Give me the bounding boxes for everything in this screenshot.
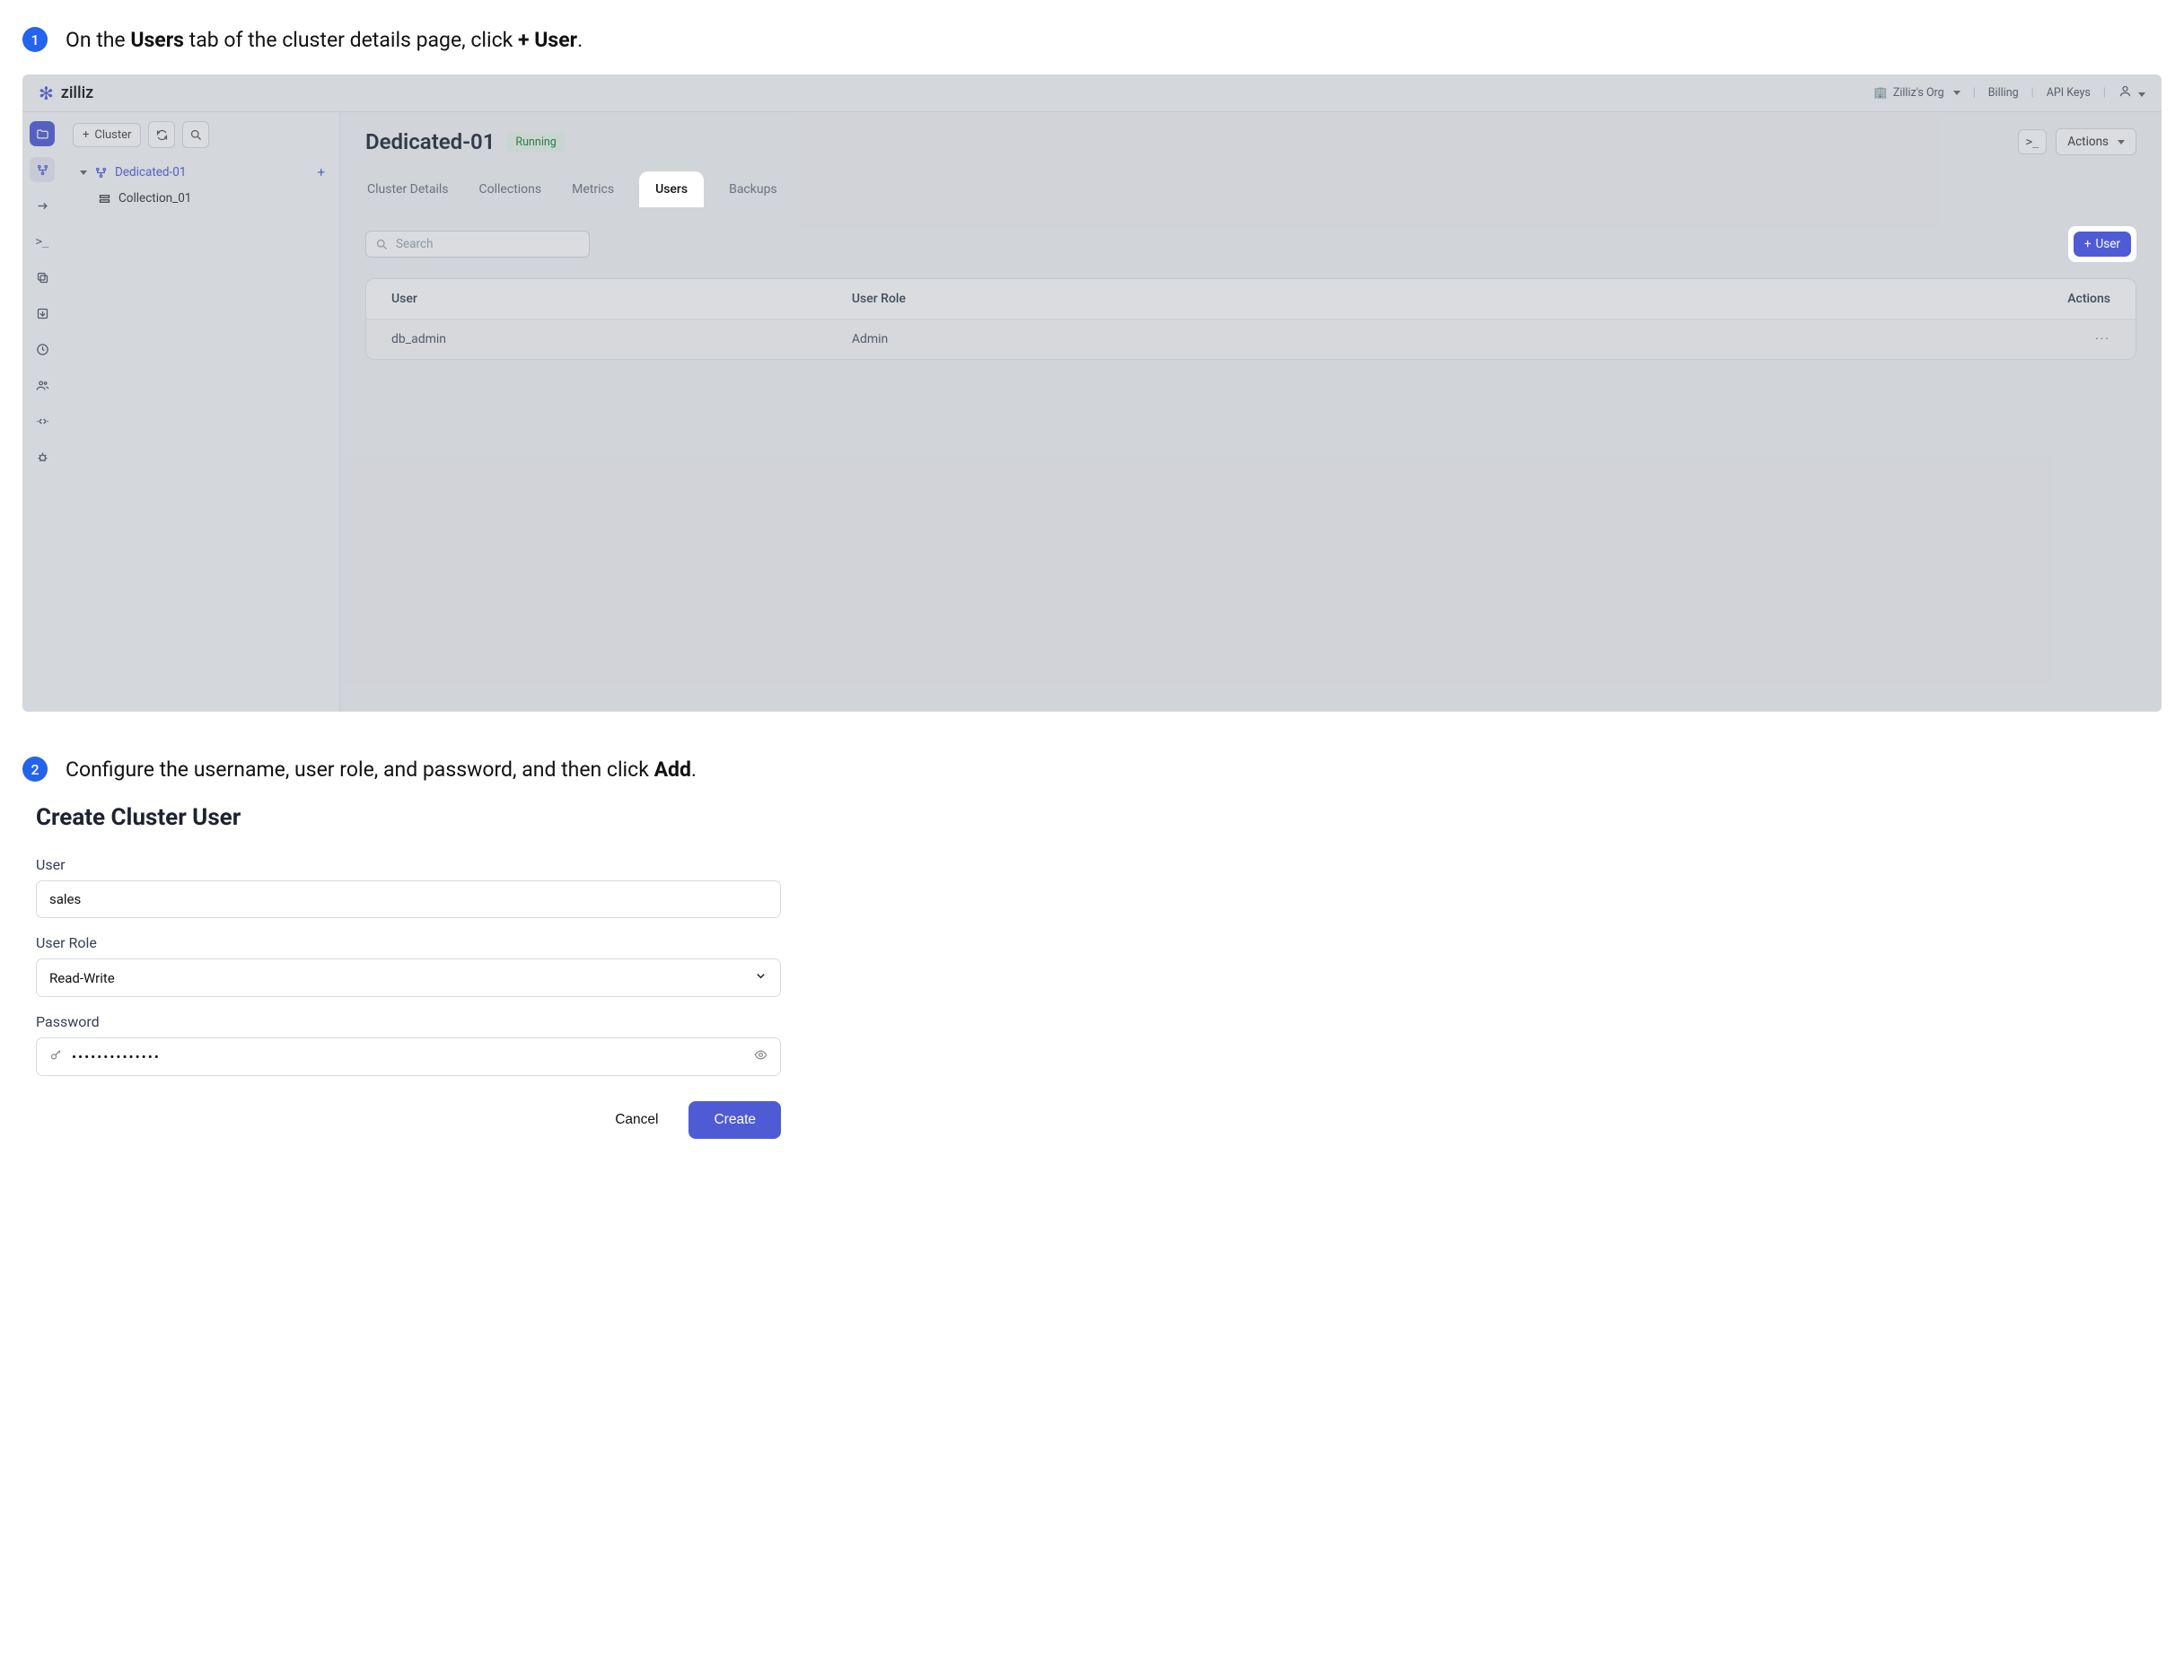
arrow-forward-icon: [36, 199, 49, 213]
search-icon: [375, 238, 389, 251]
status-badge: Running: [507, 133, 564, 152]
terminal-icon: >_: [2026, 136, 2039, 148]
tab-users[interactable]: Users: [643, 175, 700, 204]
search-icon: [189, 128, 203, 142]
terminal-icon: >_: [36, 235, 48, 248]
col-actions: Actions: [2003, 292, 2110, 306]
rail-item-pipeline[interactable]: [30, 157, 55, 182]
tab-collections[interactable]: Collections: [478, 175, 544, 204]
rail-item-copy[interactable]: [30, 265, 55, 290]
brand-name: zilliz: [61, 83, 93, 102]
tab-metrics[interactable]: Metrics: [570, 175, 616, 204]
step-2-heading: 2 Configure the username, user role, and…: [22, 757, 2162, 782]
users-search-input[interactable]: Search: [365, 231, 590, 258]
rail-item-terminal[interactable]: >_: [30, 229, 55, 254]
chevron-down-icon: [2135, 88, 2145, 101]
import-icon: [36, 307, 49, 320]
cell-user: db_admin: [391, 332, 852, 346]
step-2-badge: 2: [22, 757, 48, 782]
app-screenshot: ✻ zilliz 🏢 Zilliz's Org | Billing | API …: [22, 74, 2162, 712]
nav-apikeys[interactable]: API Keys: [2047, 86, 2091, 100]
tree-cluster-node[interactable]: Dedicated-01 +: [73, 159, 329, 186]
page-title: Dedicated-01: [365, 129, 495, 154]
tab-cluster-details[interactable]: Cluster Details: [365, 175, 451, 204]
pipeline-icon: [36, 163, 49, 177]
rail-item-users[interactable]: [30, 372, 55, 398]
org-icon: 🏢: [1873, 86, 1888, 100]
step-1-text: On the Users tab of the cluster details …: [66, 28, 583, 52]
zilliz-logo-icon: ✻: [39, 83, 54, 104]
history-icon: [36, 343, 49, 356]
rail-item-sync[interactable]: [30, 408, 55, 433]
create-button[interactable]: Create: [689, 1101, 781, 1139]
table-header: User User Role Actions: [366, 279, 2136, 319]
add-cluster-button[interactable]: + Cluster: [73, 123, 141, 147]
step-1-badge: 1: [22, 27, 48, 52]
key-icon: [49, 1048, 63, 1065]
users-table: User User Role Actions db_admin Admin ··…: [365, 278, 2136, 360]
sync-icon: [36, 415, 49, 428]
rail-item-clusters[interactable]: [30, 121, 55, 146]
open-terminal-button[interactable]: >_: [2018, 129, 2047, 154]
user-label: User: [36, 856, 781, 873]
user-input[interactable]: sales: [36, 880, 781, 918]
rail-item-migrate[interactable]: [30, 193, 55, 218]
step-1-heading: 1 On the Users tab of the cluster detail…: [22, 27, 2162, 52]
plus-icon: +: [83, 128, 89, 142]
col-role: User Role: [852, 292, 2003, 306]
add-collection-icon[interactable]: +: [317, 164, 325, 180]
plus-icon: +: [2084, 237, 2092, 251]
brand-logo[interactable]: ✻ zilliz: [39, 83, 93, 104]
cancel-button[interactable]: Cancel: [602, 1103, 671, 1137]
role-select[interactable]: Read-Write: [36, 958, 781, 997]
row-actions-menu[interactable]: ···: [2003, 332, 2110, 346]
eye-icon: [754, 1048, 767, 1062]
collection-icon: [98, 192, 111, 206]
rail-item-import[interactable]: [30, 301, 55, 326]
main-content: Dedicated-01 Running >_ Actions Cluster …: [340, 112, 2162, 712]
cluster-icon: [94, 166, 108, 179]
user-menu[interactable]: [2118, 84, 2145, 101]
search-placeholder: Search: [396, 237, 433, 251]
chevron-down-icon: [76, 165, 87, 179]
cell-role: Admin: [852, 332, 2003, 346]
cluster-tabs: Cluster Details Collections Metrics User…: [365, 175, 2136, 205]
toggle-password-visibility[interactable]: [754, 1048, 767, 1065]
user-icon: [2118, 84, 2132, 98]
rail-item-history[interactable]: [30, 337, 55, 362]
chevron-down-icon: [754, 969, 767, 986]
chevron-down-icon: [2114, 135, 2125, 149]
step-2-text: Configure the username, user role, and p…: [66, 757, 697, 782]
rail-item-debug[interactable]: [30, 444, 55, 469]
tree-search-button[interactable]: [182, 121, 209, 148]
tree-collection-node[interactable]: Collection_01: [73, 186, 329, 211]
col-user: User: [391, 292, 852, 306]
add-user-button[interactable]: + User: [2074, 232, 2131, 257]
password-label: Password: [36, 1013, 781, 1030]
users-icon: [36, 379, 49, 392]
password-input[interactable]: ••••••••••••••: [36, 1037, 781, 1076]
role-label: User Role: [36, 934, 781, 951]
refresh-icon: [155, 128, 169, 142]
actions-dropdown[interactable]: Actions: [2056, 128, 2136, 155]
app-topbar: ✻ zilliz 🏢 Zilliz's Org | Billing | API …: [22, 74, 2162, 112]
cluster-tree-panel: + Cluster Dedicated-01 + Collection_01: [62, 112, 340, 712]
org-switcher[interactable]: 🏢 Zilliz's Org: [1873, 86, 1960, 100]
tab-backups[interactable]: Backups: [727, 175, 779, 204]
table-row: db_admin Admin ···: [366, 319, 2136, 359]
form-title: Create Cluster User: [36, 804, 2148, 831]
create-user-form: Create Cluster User User sales User Role…: [22, 804, 2162, 1139]
copy-icon: [36, 271, 49, 284]
nav-rail: >_: [22, 112, 62, 712]
bug-icon: [36, 451, 49, 464]
chevron-down-icon: [1950, 86, 1960, 100]
nav-billing[interactable]: Billing: [1988, 86, 2019, 100]
folder-icon: [36, 127, 49, 141]
refresh-button[interactable]: [148, 121, 175, 148]
